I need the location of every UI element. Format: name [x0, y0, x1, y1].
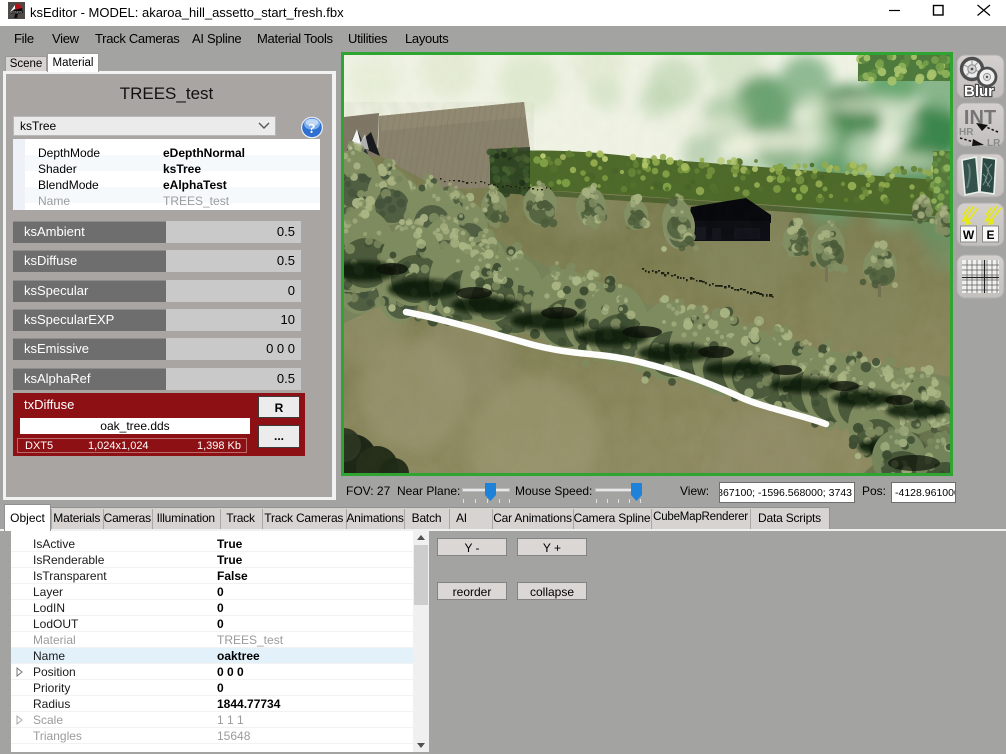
- svg-text:W: W: [963, 228, 975, 242]
- svg-text:LR: LR: [987, 138, 1001, 149]
- svg-text:?: ?: [309, 122, 316, 137]
- svg-text:KUNOS: KUNOS: [11, 10, 22, 14]
- svg-text:E: E: [986, 228, 994, 242]
- svg-text:HR: HR: [959, 127, 974, 138]
- svg-text:Blur: Blur: [964, 83, 994, 100]
